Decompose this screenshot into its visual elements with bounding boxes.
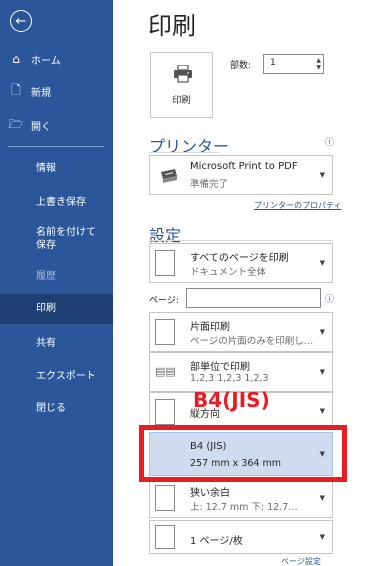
print-button-label: 印刷 — [172, 96, 191, 106]
nav-export[interactable]: エクスポート — [0, 370, 113, 383]
printer-info-icon[interactable]: ⓘ — [325, 135, 334, 148]
print-button[interactable]: 印刷 — [150, 52, 213, 118]
nav-save[interactable]: 上書き保存 — [0, 196, 113, 209]
sides-dropdown[interactable]: 片面印刷 ページの片面のみを印刷し… ▼ — [149, 312, 333, 352]
printer-icon — [161, 169, 177, 183]
margins-desc: 上: 12.7 mm 下: 12.7… — [190, 502, 298, 513]
settings-section-divider — [149, 240, 333, 241]
nav-close[interactable]: 閉じる — [0, 402, 113, 415]
chevron-down-icon: ▼ — [319, 328, 325, 336]
sides-desc: ページの片面のみを印刷し… — [190, 336, 314, 347]
nav-open[interactable]: 🗁 開く — [0, 109, 113, 141]
annotation-label: B4(JIS) — [193, 388, 270, 412]
back-arrow-icon[interactable]: ← — [10, 10, 32, 32]
margins-dropdown[interactable]: 狭い余白 上: 12.7 mm 下: 12.7… ▼ — [149, 478, 333, 518]
nav-info[interactable]: 情報 — [0, 162, 113, 175]
pages-label: ページ: — [149, 296, 179, 306]
print-range-dropdown[interactable]: すべてのページを印刷 ドキュメント全体 ▼ — [149, 243, 333, 283]
printer-section-title: プリンター — [149, 137, 230, 156]
print-range-desc: ドキュメント全体 — [190, 267, 267, 278]
pages-info-icon[interactable]: ⓘ — [325, 292, 334, 305]
collate-desc: 1,2,3 1,2,3 1,2,3 — [190, 373, 269, 384]
page-setup-link[interactable]: ページ設定 — [281, 556, 321, 566]
nav-new[interactable]: 🗋 新規 — [0, 75, 113, 107]
sidebar-divider — [8, 146, 104, 147]
new-document-icon: 🗋 — [11, 82, 21, 97]
printer-icon — [174, 65, 192, 83]
home-icon: ⌂ — [12, 52, 20, 66]
printer-properties-link[interactable]: プリンターのプロパティ — [254, 200, 342, 211]
sides-title: 片面印刷 — [190, 322, 230, 333]
open-folder-icon: 🗁 — [8, 116, 24, 131]
copies-label: 部数: — [230, 61, 252, 71]
chevron-down-icon: ▼ — [319, 171, 325, 179]
print-pane: 印刷 印刷 部数: 1 ▲ ▼ プリンター ⓘ Microsoft Print t… — [113, 0, 388, 566]
backstage-sidebar: ← ⌂ ホーム 🗋 新規 🗁 開く 情報 上書き保存 名前を付けて保存 履歴 印… — [0, 0, 113, 566]
pages-input[interactable] — [186, 288, 321, 308]
nav-home-label: ホーム — [31, 55, 61, 67]
collate-dropdown[interactable]: ▤▤ 部単位で印刷 1,2,3 1,2,3 1,2,3 ▼ — [149, 352, 333, 392]
one-sided-icon — [155, 319, 175, 345]
page-per-sheet-icon — [155, 525, 175, 549]
nav-history[interactable]: 履歴 — [0, 270, 113, 283]
nav-save-as[interactable]: 名前を付けて保存 — [0, 226, 105, 252]
collated-icon: ▤▤ — [155, 365, 176, 378]
nav-open-label: 開く — [31, 121, 51, 133]
printer-status: 準備完了 — [190, 179, 229, 190]
print-range-title: すべてのページを印刷 — [190, 253, 289, 264]
copies-value: 1 — [270, 58, 276, 68]
printer-dropdown[interactable]: Microsoft Print to PDF 準備完了 ▼ — [149, 155, 333, 195]
chevron-down-icon: ▼ — [319, 533, 325, 541]
printer-name: Microsoft Print to PDF — [190, 161, 298, 172]
pages-icon — [155, 250, 175, 276]
margins-title: 狭い余白 — [190, 488, 230, 499]
chevron-down-icon: ▼ — [319, 494, 325, 502]
pages-per-sheet-title: 1 ページ/枚 — [190, 536, 243, 547]
chevron-down-icon: ▼ — [319, 368, 325, 376]
collate-title: 部単位で印刷 — [190, 362, 250, 373]
highlight-box — [139, 425, 347, 482]
portrait-icon — [155, 399, 175, 425]
pages-per-sheet-dropdown[interactable]: 1 ページ/枚 ▼ — [149, 520, 333, 554]
nav-share[interactable]: 共有 — [0, 337, 113, 350]
nav-home[interactable]: ⌂ ホーム — [0, 43, 113, 75]
nav-new-label: 新規 — [31, 87, 51, 99]
chevron-down-icon: ▼ — [319, 407, 325, 415]
copies-input[interactable]: 1 ▲ ▼ — [263, 54, 324, 74]
printer-section-divider — [149, 152, 219, 153]
copies-stepper[interactable]: ▲ ▼ — [316, 57, 321, 71]
margins-icon — [155, 485, 175, 511]
page-title: 印刷 — [148, 12, 196, 40]
chevron-down-icon: ▼ — [319, 259, 325, 267]
nav-print[interactable]: 印刷 — [0, 294, 113, 324]
